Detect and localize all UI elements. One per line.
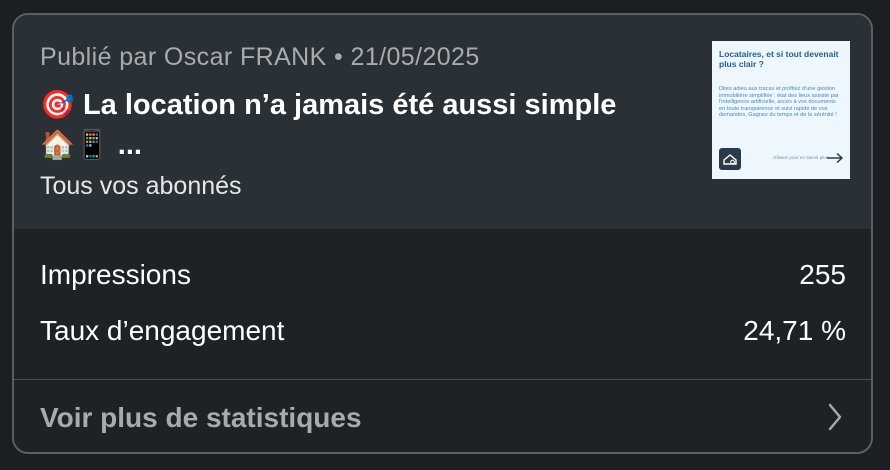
stat-row-engagement-rate: Taux d’engagement 24,71 % bbox=[40, 315, 846, 355]
stat-row-impressions: Impressions 255 bbox=[40, 259, 846, 299]
post-meta: Publié par Oscar FRANK • 21/05/2025 bbox=[40, 43, 480, 72]
thumbnail-title: Locataires, et si tout devenait plus cla… bbox=[719, 49, 839, 69]
stat-value: 24,71 % bbox=[743, 315, 846, 346]
thumbnail-cta: Glissez pour en savoir plus bbox=[773, 155, 829, 160]
meta-separator: • bbox=[334, 43, 344, 71]
stat-value: 255 bbox=[799, 259, 846, 290]
see-more-statistics-button[interactable]: Voir plus de statistiques bbox=[14, 380, 871, 452]
stat-label: Taux d’engagement bbox=[40, 315, 285, 346]
post-title: 🎯 La location n’a jamais été aussi simpl… bbox=[40, 85, 695, 165]
post-thumbnail[interactable]: Locataires, et si tout devenait plus cla… bbox=[712, 41, 850, 179]
post-date: 21/05/2025 bbox=[350, 43, 480, 71]
post-author: Publié par Oscar FRANK bbox=[40, 43, 327, 71]
post-analytics-card: Publié par Oscar FRANK • 21/05/2025 🎯 La… bbox=[12, 13, 873, 454]
arrow-right-icon bbox=[826, 151, 844, 169]
house-phone-emoji-icon: 🏠📱 bbox=[40, 128, 110, 161]
post-preview-header[interactable]: Publié par Oscar FRANK • 21/05/2025 🎯 La… bbox=[14, 15, 871, 229]
house-key-icon bbox=[719, 148, 741, 170]
chevron-right-icon bbox=[827, 402, 843, 437]
stat-label: Impressions bbox=[40, 259, 191, 290]
see-more-statistics-label: Voir plus de statistiques bbox=[40, 402, 362, 433]
post-title-ellipsis: ... bbox=[117, 129, 142, 161]
post-audience: Tous vos abonnés bbox=[40, 172, 242, 200]
target-emoji-icon: 🎯 bbox=[40, 88, 75, 121]
thumbnail-body: Dites adieu aux tracas et profitez d'une… bbox=[719, 86, 839, 119]
post-title-text: La location n’a jamais été aussi simple bbox=[82, 89, 617, 121]
